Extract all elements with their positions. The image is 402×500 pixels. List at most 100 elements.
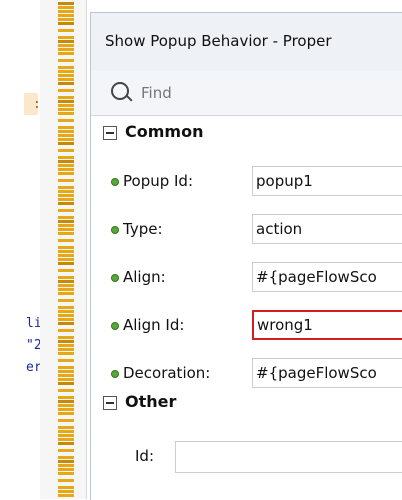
property-row-align: Align: bbox=[91, 261, 402, 295]
marker-bar bbox=[58, 479, 74, 482]
marker-bar bbox=[58, 438, 74, 441]
marker-bar bbox=[58, 2, 74, 5]
marker-bar bbox=[58, 228, 74, 231]
popup-id-field[interactable] bbox=[252, 166, 402, 196]
marker-bar bbox=[58, 74, 74, 77]
required-dot-icon bbox=[111, 322, 119, 330]
marker-bar bbox=[58, 352, 74, 355]
collapse-icon[interactable] bbox=[103, 396, 117, 410]
marker-bar bbox=[58, 89, 74, 92]
marker-bar bbox=[58, 44, 74, 47]
align-field[interactable] bbox=[252, 262, 402, 292]
marker-bar bbox=[58, 306, 74, 309]
marker-bar bbox=[58, 48, 74, 51]
marker-bar bbox=[58, 426, 74, 429]
marker-bar bbox=[58, 254, 74, 257]
marker-bar bbox=[58, 262, 74, 265]
marker-bar bbox=[58, 18, 74, 21]
marker-bar bbox=[58, 258, 74, 261]
marker-bar bbox=[58, 430, 74, 433]
marker-bar bbox=[58, 119, 74, 122]
align-id-field[interactable] bbox=[252, 310, 402, 340]
marker-bar bbox=[58, 190, 74, 193]
marker-bar bbox=[58, 269, 74, 272]
marker-bar bbox=[58, 276, 74, 279]
marker-bar bbox=[58, 156, 74, 159]
marker-bar bbox=[58, 359, 74, 362]
property-row-popup-id: Popup Id: bbox=[91, 165, 402, 199]
marker-bar bbox=[58, 340, 74, 343]
marker-bar bbox=[58, 468, 74, 471]
marker-bar bbox=[58, 456, 74, 459]
search-input[interactable] bbox=[139, 80, 383, 106]
marker-bar bbox=[58, 6, 74, 9]
property-row-id: Id: bbox=[91, 440, 402, 474]
marker-bar bbox=[58, 370, 74, 373]
marker-bar bbox=[58, 66, 74, 69]
marker-bar bbox=[58, 419, 74, 422]
marker-bar bbox=[58, 442, 74, 445]
marker-bar bbox=[58, 490, 74, 493]
marker-bar bbox=[58, 10, 74, 13]
property-row-align-id: Align Id: bbox=[91, 309, 402, 343]
marker-bar bbox=[58, 59, 74, 62]
marker-bar bbox=[58, 14, 74, 17]
marker-bar bbox=[58, 70, 74, 73]
section-label: Common bbox=[125, 122, 204, 141]
marker-bar bbox=[58, 292, 74, 295]
marker-bar bbox=[58, 314, 74, 317]
id-field[interactable] bbox=[175, 441, 402, 473]
marker-bar bbox=[58, 149, 74, 152]
marker-bar bbox=[58, 134, 74, 137]
marker-bar bbox=[58, 299, 74, 302]
marker-bar bbox=[58, 336, 74, 339]
marker-bar bbox=[58, 284, 74, 287]
marker-bar bbox=[58, 108, 74, 111]
marker-bar bbox=[58, 250, 74, 253]
search-bar bbox=[91, 71, 402, 116]
overview-ruler[interactable] bbox=[40, 0, 87, 499]
property-row-decoration: Decoration: bbox=[91, 357, 402, 391]
marker-bar bbox=[58, 366, 74, 369]
marker-bar bbox=[58, 220, 74, 223]
marker-bar bbox=[58, 40, 74, 43]
marker-bar bbox=[58, 310, 74, 313]
marker-bar bbox=[58, 168, 74, 171]
type-field[interactable] bbox=[252, 214, 402, 244]
marker-bar bbox=[58, 449, 74, 452]
marker-bar bbox=[58, 96, 74, 99]
property-label: Align: bbox=[123, 268, 166, 286]
marker-bar bbox=[58, 382, 74, 385]
required-dot-icon bbox=[111, 370, 119, 378]
marker-bar bbox=[58, 464, 74, 467]
marker-bar bbox=[58, 389, 74, 392]
marker-bar bbox=[58, 224, 74, 227]
code-editor[interactable]: : li "2 er bbox=[0, 0, 42, 499]
required-dot-icon bbox=[111, 178, 119, 186]
marker-bar bbox=[58, 460, 74, 463]
marker-bar bbox=[58, 130, 74, 133]
marker-bar bbox=[58, 378, 74, 381]
marker-bar bbox=[58, 186, 74, 189]
marker-bar bbox=[58, 408, 74, 411]
collapse-icon[interactable] bbox=[103, 126, 117, 140]
required-dot-icon bbox=[111, 226, 119, 234]
marker-bar bbox=[58, 194, 74, 197]
marker-bar bbox=[58, 232, 74, 235]
property-label: Id: bbox=[135, 447, 154, 465]
marker-bar bbox=[58, 472, 74, 475]
marker-bar bbox=[58, 318, 74, 321]
marker-bar bbox=[58, 82, 74, 85]
marker-bar bbox=[58, 142, 74, 145]
marker-bar bbox=[58, 396, 74, 399]
marker-bar bbox=[58, 280, 74, 283]
marker-bar bbox=[58, 494, 74, 497]
decoration-field[interactable] bbox=[252, 358, 402, 388]
marker-bar bbox=[58, 209, 74, 212]
marker-bar bbox=[58, 404, 74, 407]
marker-bar bbox=[58, 78, 74, 81]
marker-bar bbox=[58, 348, 74, 351]
marker-bar bbox=[58, 486, 74, 489]
section-common[interactable]: Common bbox=[91, 120, 402, 148]
section-other[interactable]: Other bbox=[91, 390, 402, 418]
